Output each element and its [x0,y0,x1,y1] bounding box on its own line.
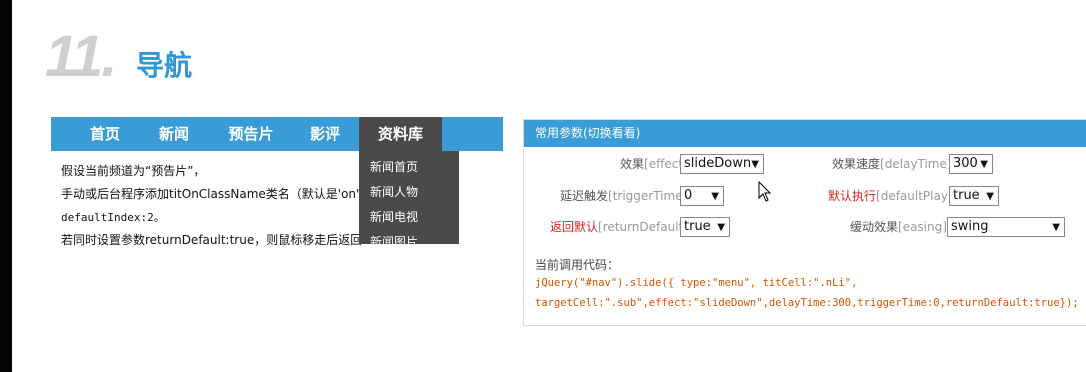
section-title: 导航 [136,49,193,82]
chevron-down-icon: ▼ [751,159,759,170]
param-defaultplay-label: 默认执行[defaultPlay]: [828,189,957,203]
triggertime-select[interactable]: 0 ▼ [680,186,724,206]
code-label: 当前调用代码： [535,258,620,272]
nav-item-trailers[interactable]: 预告片 [218,117,284,151]
effect-select[interactable]: slideDown ▼ [680,154,764,174]
nav-bar: 首页 新闻 预告片 影评 资料库 [51,117,503,151]
chevron-down-icon: ▼ [717,222,725,233]
description-line: 假设当前频道为“预告片”， [61,164,206,178]
nav-item-library[interactable]: 资料库 [359,117,442,151]
section-number: 11. [45,24,117,89]
chevron-down-icon: ▼ [711,191,719,202]
returndefault-select[interactable]: true ▼ [680,217,730,237]
dropdown-item[interactable]: 新闻首页 [359,155,459,180]
defaultplay-select[interactable]: true ▼ [949,186,999,206]
code-line: jQuery("#nav").slide({ type:"menu", titC… [535,277,858,289]
param-triggertime-label: 延迟触发[triggerTime]: [560,189,691,203]
nav-item-home[interactable]: 首页 [75,117,135,151]
description-line: 若同时设置参数returnDefault:true，则鼠标移走后返回 [61,233,361,247]
dropdown-item[interactable]: 新闻人物 [359,180,459,205]
chevron-down-icon: ▼ [1052,222,1060,233]
chevron-down-icon: ▼ [980,159,988,170]
description-line: 手动或后台程序添加titOnClassName类名（默认是'on'）， [61,187,361,201]
easing-select[interactable]: swing ▼ [947,217,1065,237]
nav-item-reviews[interactable]: 影评 [295,117,355,151]
nav-item-news[interactable]: 新闻 [144,117,204,151]
params-panel: 常用参数(切换看看) 效果[effect]: slideDown▼ 效果速度[d… [523,119,1086,326]
panel-title: 常用参数(切换看看) [524,120,1086,147]
nav-dropdown: 新闻首页 新闻人物 新闻电视 新闻图片 [359,151,459,244]
code-line: targetCell:".sub",effect:"slideDown",del… [535,297,1079,309]
delaytime-select[interactable]: 300 ▼ [949,154,993,174]
mouse-pointer-icon [758,181,772,202]
param-returndefault-label: 返回默认[returnDefault]: [550,220,692,234]
dropdown-item[interactable]: 新闻电视 [359,205,459,230]
param-easing-label: 缓动效果[easing]: [850,220,951,234]
chevron-down-icon: ▼ [986,191,994,202]
description: 假设当前频道为“预告片”， 手动或后台程序添加titOnClassName类名（… [61,160,361,252]
left-edge-bar [0,0,12,372]
description-line: defaultIndex:2。 [61,211,165,224]
dropdown-item[interactable]: 新闻图片 [359,230,459,244]
param-delaytime-label: 效果速度[delayTime]: [832,157,956,171]
